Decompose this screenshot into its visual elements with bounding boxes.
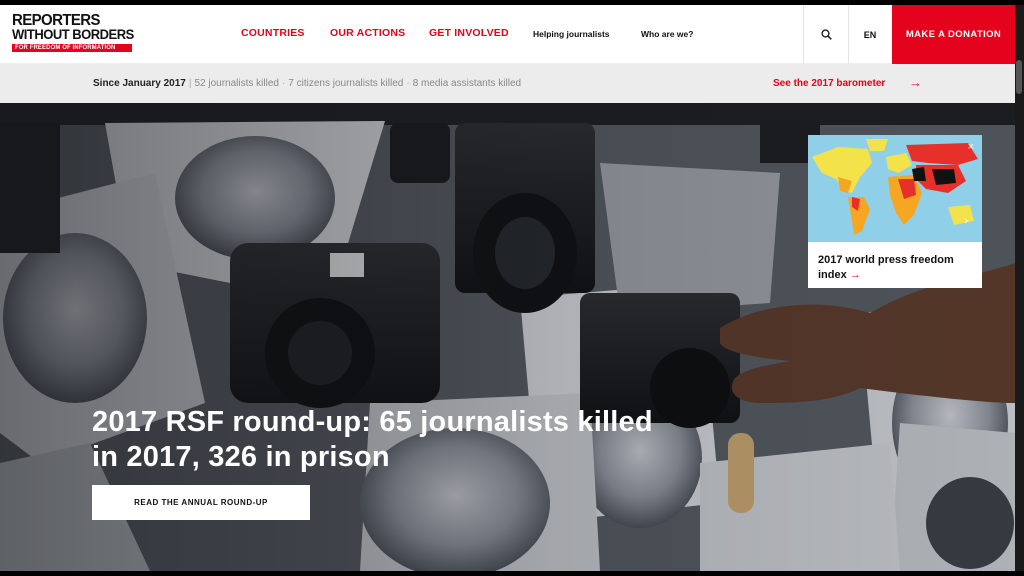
stats-separator: · (281, 78, 286, 89)
site-header: REPORTERS WITHOUT BORDERS FOR FREEDOM OF… (0, 5, 1015, 64)
press-freedom-index-card[interactable]: × › 2017 world press freedom index → (808, 135, 982, 288)
logo-tagline: FOR FREEDOM OF INFORMATION (12, 44, 132, 52)
hero-banner[interactable]: 2017 RSF round-up: 65 journalists killed… (0, 103, 1015, 571)
close-icon[interactable]: × (968, 141, 974, 153)
language-selector[interactable]: EN (848, 5, 892, 64)
stats-summary: Since January 2017 | 52 journalists killed… (93, 78, 521, 89)
stats-since: Since January 2017 (93, 78, 186, 89)
scrollbar-thumb[interactable] (1016, 60, 1022, 94)
nav-helping-journalists[interactable]: Helping journalists (533, 29, 610, 39)
index-card-title[interactable]: 2017 world press freedom index → (818, 253, 978, 283)
rsf-logo[interactable]: REPORTERS WITHOUT BORDERS FOR FREEDOM OF… (12, 13, 136, 52)
hero-title[interactable]: 2017 RSF round-up: 65 journalists killed… (92, 405, 672, 475)
stats-citizens-killed[interactable]: 7 citizens journalists killed (288, 78, 403, 89)
stats-separator: | (188, 78, 192, 89)
nav-get-involved[interactable]: GET INVOLVED (429, 27, 509, 39)
stats-assistants-killed[interactable]: 8 media assistants killed (413, 78, 521, 89)
arrow-right-icon: → (849, 269, 861, 281)
logo-line-2: WITHOUT BORDERS (12, 26, 134, 43)
nav-countries[interactable]: COUNTRIES (241, 27, 305, 39)
search-icon (820, 29, 832, 40)
stats-journalists-killed[interactable]: 52 journalists killed (194, 78, 279, 89)
chevron-right-icon[interactable]: › (964, 215, 968, 227)
donate-button[interactable]: MAKE A DONATION (892, 5, 1015, 64)
nav-who-are-we[interactable]: Who are we? (641, 29, 693, 39)
read-roundup-button[interactable]: READ THE ANNUAL ROUND-UP (92, 485, 310, 520)
search-button[interactable] (804, 5, 848, 64)
index-card-label: 2017 world press freedom index (818, 254, 954, 281)
browser-viewport: REPORTERS WITHOUT BORDERS FOR FREEDOM OF… (0, 5, 1015, 571)
stats-bar: Since January 2017 | 52 journalists killed… (0, 64, 1015, 103)
barometer-link[interactable]: See the 2017 barometer (773, 78, 885, 89)
world-map-icon (808, 135, 982, 242)
stats-separator: · (406, 78, 410, 89)
arrow-right-icon[interactable]: → (909, 75, 922, 90)
nav-our-actions[interactable]: OUR ACTIONS (330, 27, 405, 39)
world-map-image: × › (808, 135, 982, 242)
